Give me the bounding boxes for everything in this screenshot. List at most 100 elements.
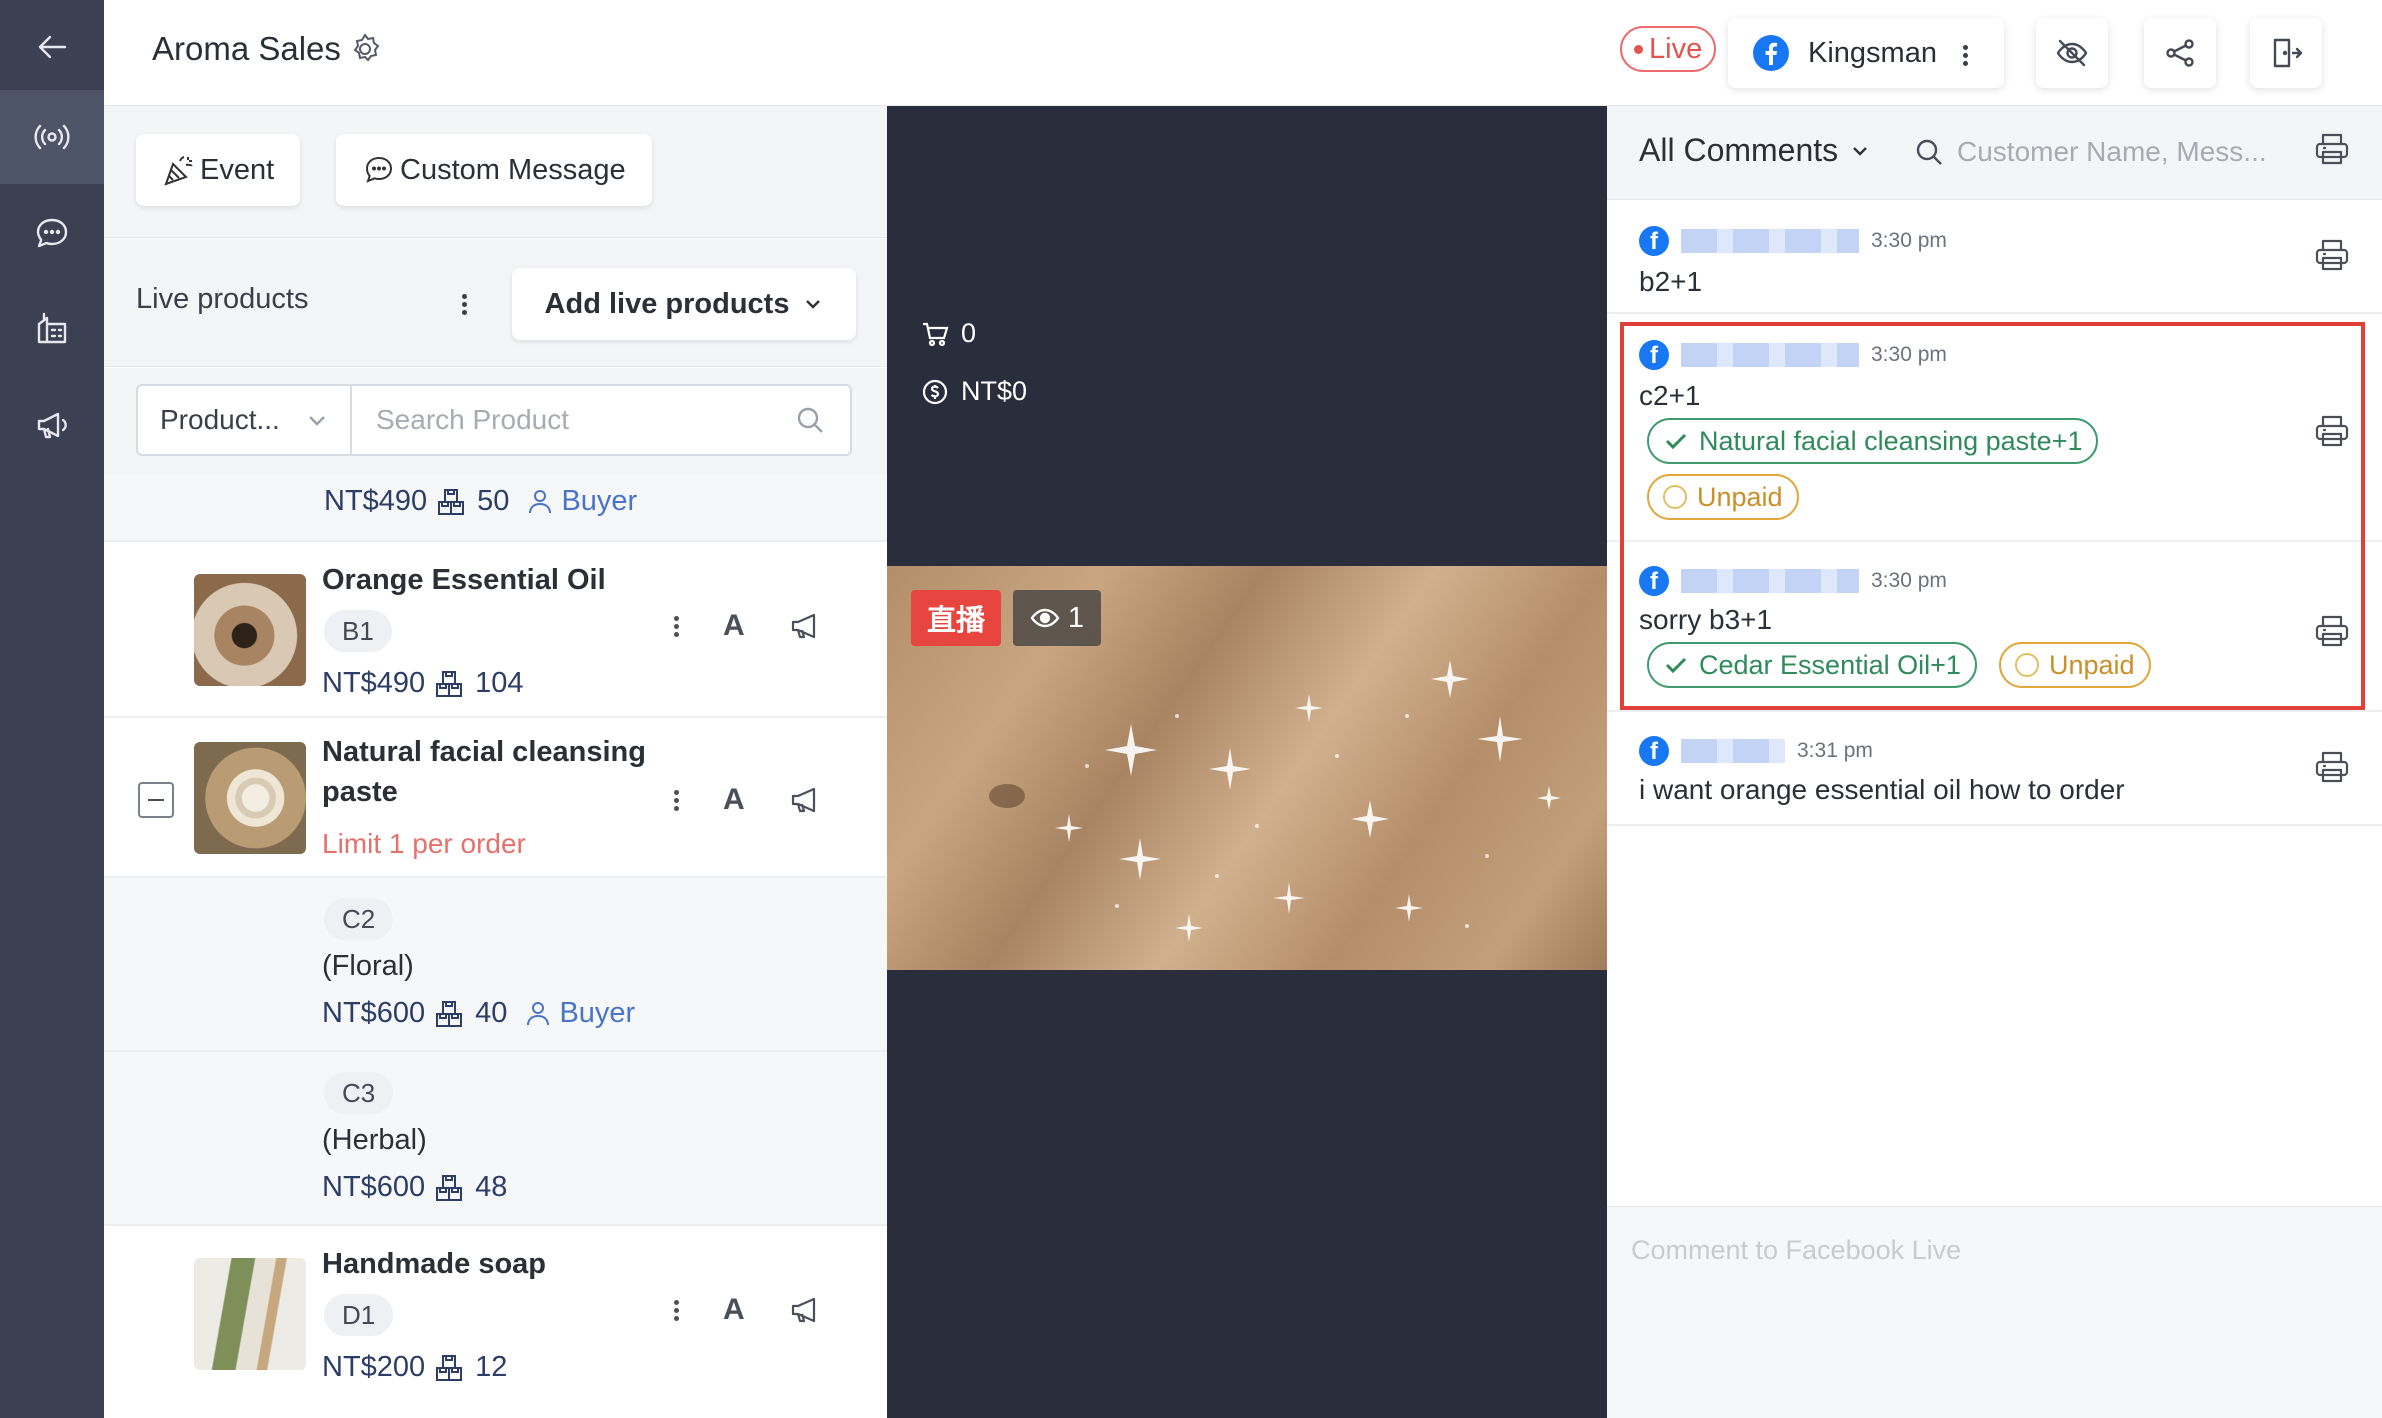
sidebar-item-messages[interactable]	[0, 186, 104, 280]
live-products-label: Live products	[136, 283, 309, 315]
user-icon	[527, 1002, 550, 1026]
live-broadcast-icon	[34, 124, 70, 150]
account-name: Kingsman	[1808, 36, 1937, 69]
facebook-icon: f	[1639, 226, 1669, 256]
megaphone-icon[interactable]	[789, 782, 825, 818]
comments-toolbar: All Comments Customer Name, Mess...	[1607, 106, 2382, 200]
comment-header: f 3:30 pm	[1639, 226, 1947, 256]
live-video-panel: 0 NT$0 直播 1	[887, 106, 1607, 1418]
product-search-input[interactable]: Search Product	[352, 386, 850, 454]
search-icon	[1916, 139, 1942, 165]
printer-icon	[2315, 751, 2349, 783]
product-name: Handmade soap	[322, 1248, 546, 1280]
product-auto-button[interactable]: A	[723, 783, 745, 817]
product-actions: A	[674, 608, 825, 644]
facebook-comment-input[interactable]: Comment to Facebook Live	[1607, 1206, 2382, 1418]
live-dot	[1634, 44, 1643, 54]
product-price-stock: NT$200 12	[322, 1350, 508, 1383]
variant-row[interactable]: C3 (Herbal) NT$600 48	[104, 1052, 887, 1226]
filter-area: Product... Search Product	[104, 368, 887, 474]
collapse-toggle[interactable]	[138, 782, 174, 818]
variant-name: (Floral)	[322, 950, 414, 982]
exit-icon	[2273, 38, 2303, 68]
product-more-icon[interactable]	[674, 787, 679, 814]
product-price-stock: NT$600 40 Buyer	[322, 996, 636, 1030]
sidebar-item-live[interactable]	[0, 90, 104, 184]
megaphone-icon[interactable]	[789, 1292, 825, 1328]
boxes-icon	[436, 671, 463, 697]
comments-filter-dropdown[interactable]: All Comments	[1639, 132, 1870, 169]
megaphone-icon	[37, 412, 67, 439]
sidebar	[0, 0, 104, 1418]
highlight-box	[1620, 322, 2365, 710]
sidebar-item-broadcast[interactable]	[0, 378, 104, 472]
printer-icon	[2315, 239, 2349, 271]
printer-icon	[2315, 133, 2349, 165]
dollar-icon	[922, 379, 948, 404]
comment-row[interactable]: f 3:30 pm b2+1	[1607, 200, 2382, 314]
buyer-link[interactable]: Buyer	[523, 997, 635, 1030]
product-image	[194, 742, 306, 854]
hide-button[interactable]	[2036, 18, 2108, 88]
live-products-more-icon[interactable]	[462, 291, 470, 318]
account-selector[interactable]: Kingsman	[1728, 18, 2004, 88]
megaphone-icon[interactable]	[789, 608, 825, 644]
eye-off-icon	[2056, 39, 2088, 67]
product-name: Natural facial cleansing paste	[322, 736, 646, 808]
add-live-products-button[interactable]: Add live products	[512, 268, 856, 340]
event-button[interactable]: Event	[136, 134, 301, 206]
redacted-username	[1681, 739, 1785, 763]
print-comment-button[interactable]	[2313, 748, 2351, 786]
chevron-down-icon	[1853, 146, 1868, 156]
user-icon	[529, 490, 552, 514]
product-image	[194, 574, 306, 686]
back-arrow-icon	[38, 35, 67, 59]
live-badge: 直播	[911, 590, 1001, 646]
live-status-badge: Live	[1620, 26, 1717, 72]
product-more-icon[interactable]	[674, 613, 679, 640]
product-more-icon[interactable]	[674, 1297, 679, 1324]
product-row[interactable]: Natural facial cleansing paste Limit 1 p…	[104, 718, 887, 878]
chevron-down-icon	[806, 300, 821, 309]
message-icon	[365, 156, 393, 183]
product-code: B1	[324, 610, 392, 652]
variant-row[interactable]: C2 (Floral) NT$600 40 Buyer	[104, 878, 887, 1052]
product-auto-button[interactable]: A	[723, 1293, 745, 1327]
product-price-stock: NT$490 104	[322, 666, 524, 699]
product-price-stock: NT$600 48	[322, 1170, 508, 1203]
custom-message-button[interactable]: Custom Message	[336, 134, 652, 206]
product-row[interactable]: Handmade soap D1 NT$200 12 A	[104, 1226, 887, 1418]
product-actions: A	[674, 1292, 825, 1328]
gear-icon[interactable]	[347, 31, 383, 67]
chevron-down-icon	[309, 416, 325, 426]
comment-row[interactable]: f 3:31 pm i want orange essential oil ho…	[1607, 712, 2382, 826]
product-auto-button[interactable]: A	[723, 609, 745, 643]
product-limit: Limit 1 per order	[322, 828, 526, 859]
revenue: NT$0	[921, 376, 1027, 407]
account-more-icon[interactable]	[1963, 42, 1968, 69]
comments-search-input[interactable]: Customer Name, Mess...	[1913, 136, 2267, 168]
print-comment-button[interactable]	[2313, 236, 2351, 274]
product-filter-select[interactable]: Product...	[138, 386, 352, 454]
back-button[interactable]	[0, 0, 104, 94]
print-all-button[interactable]	[2313, 130, 2351, 168]
chat-icon	[36, 218, 68, 248]
video-frame[interactable]: 直播 1	[887, 566, 1607, 970]
page-title: Aroma Sales	[152, 30, 383, 68]
quick-actions: Event Custom Message	[104, 106, 887, 238]
product-row[interactable]: Orange Essential Oil B1 NT$490 104 A	[104, 542, 887, 718]
header: Aroma Sales Live Kingsman	[104, 0, 2382, 106]
exit-button[interactable]	[2250, 18, 2322, 88]
comment-text: i want orange essential oil how to order	[1639, 774, 2125, 805]
eye-icon	[1030, 608, 1060, 628]
facebook-icon: f	[1639, 736, 1669, 766]
buyer-link[interactable]: Buyer	[525, 485, 637, 518]
comment-header: f 3:31 pm	[1639, 736, 1873, 766]
facebook-icon	[1753, 35, 1789, 71]
product-code: D1	[324, 1294, 394, 1336]
variant-name: (Herbal)	[322, 1124, 427, 1156]
product-row[interactable]: NT$490 50 Buyer	[104, 474, 887, 542]
sidebar-item-store[interactable]	[0, 282, 104, 376]
share-button[interactable]	[2144, 18, 2216, 88]
comment-text: b2+1	[1639, 266, 1703, 297]
